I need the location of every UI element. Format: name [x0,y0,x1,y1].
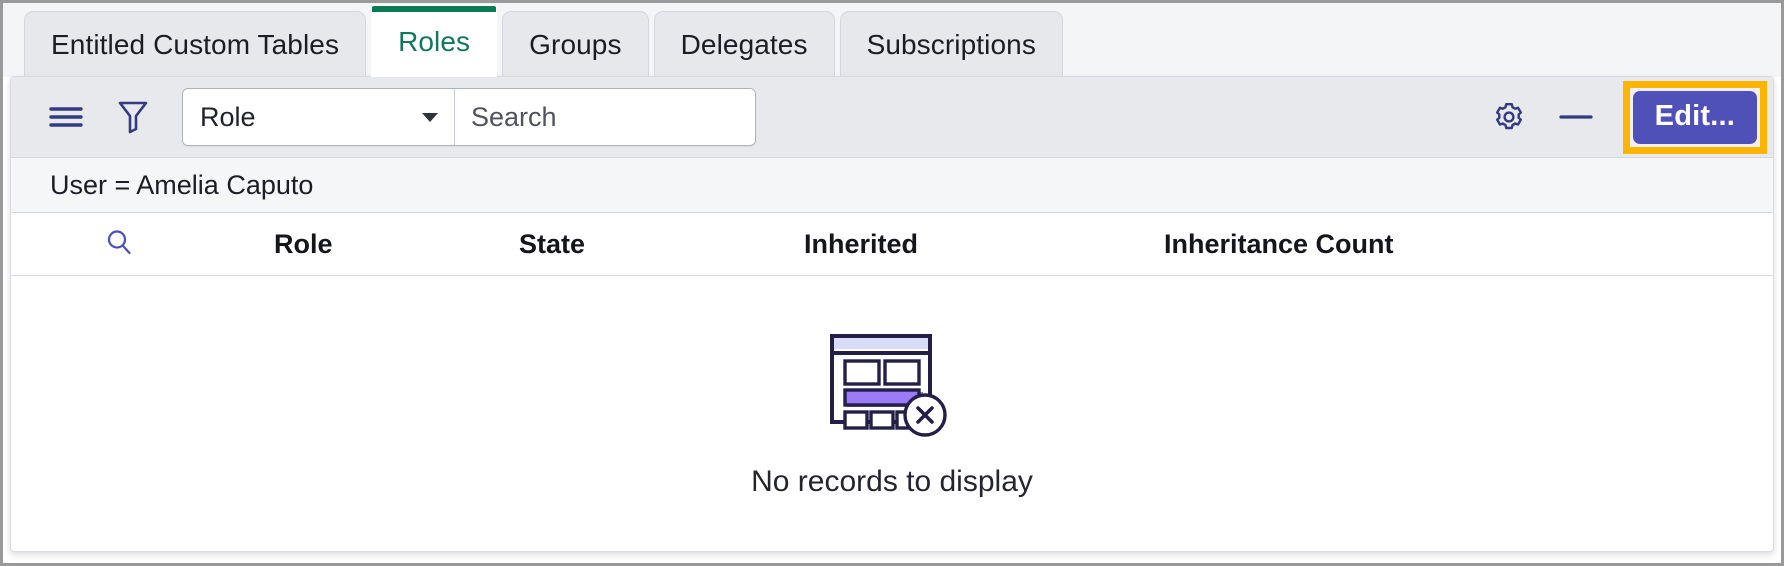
tab-label: Subscriptions [866,28,1036,60]
field-select-value: Role [200,101,256,132]
column-header-state[interactable]: State [519,229,804,260]
window-border-left [0,0,3,566]
application-window: Entitled Custom Tables Roles Groups Dele… [0,0,1784,566]
tab-delegates[interactable]: Delegates [653,11,835,77]
table-search-icon-cell [11,228,274,261]
filter-summary-bar[interactable]: User = Amelia Caputo [11,158,1773,213]
empty-state-message: No records to display [751,464,1033,498]
table-header-row: Role State Inherited Inheritance Count [11,213,1773,276]
tab-subscriptions[interactable]: Subscriptions [839,11,1063,77]
no-records-table-icon [828,332,956,445]
chevron-down-icon [422,112,438,122]
tab-groups[interactable]: Groups [502,11,649,77]
search-filter-group: Role [182,88,756,146]
tab-label: Entitled Custom Tables [51,28,340,60]
tab-entitled-custom-tables[interactable]: Entitled Custom Tables [24,11,367,77]
tab-bar: Entitled Custom Tables Roles Groups Dele… [3,3,1781,77]
magnifier-icon[interactable] [105,228,133,261]
field-select-dropdown[interactable]: Role [183,89,455,145]
tab-roles[interactable]: Roles [371,5,498,77]
funnel-filter-icon[interactable] [110,94,156,140]
column-header-inherited[interactable]: Inherited [804,229,1164,260]
search-input[interactable] [455,89,755,145]
column-header-inheritance-count[interactable]: Inheritance Count [1164,229,1564,260]
tab-label: Groups [529,28,622,60]
edit-button-highlight: Edit... [1622,80,1767,154]
column-header-role[interactable]: Role [274,229,519,260]
filter-summary-text: User = Amelia Caputo [50,169,314,200]
empty-state: No records to display [11,276,1773,550]
list-toolbar: Role Search Edit... [11,77,1773,158]
edit-button[interactable]: Edit... [1632,90,1757,144]
toolbar-right-actions: Edit... [1487,77,1773,157]
tab-label: Roles [398,25,471,57]
tab-label: Delegates [680,28,808,60]
minus-icon[interactable] [1547,95,1605,139]
gear-icon[interactable] [1487,95,1531,139]
roles-list-panel: Role Search Edit... User = Amelia Caputo… [10,76,1774,552]
hamburger-icon[interactable] [43,94,89,140]
